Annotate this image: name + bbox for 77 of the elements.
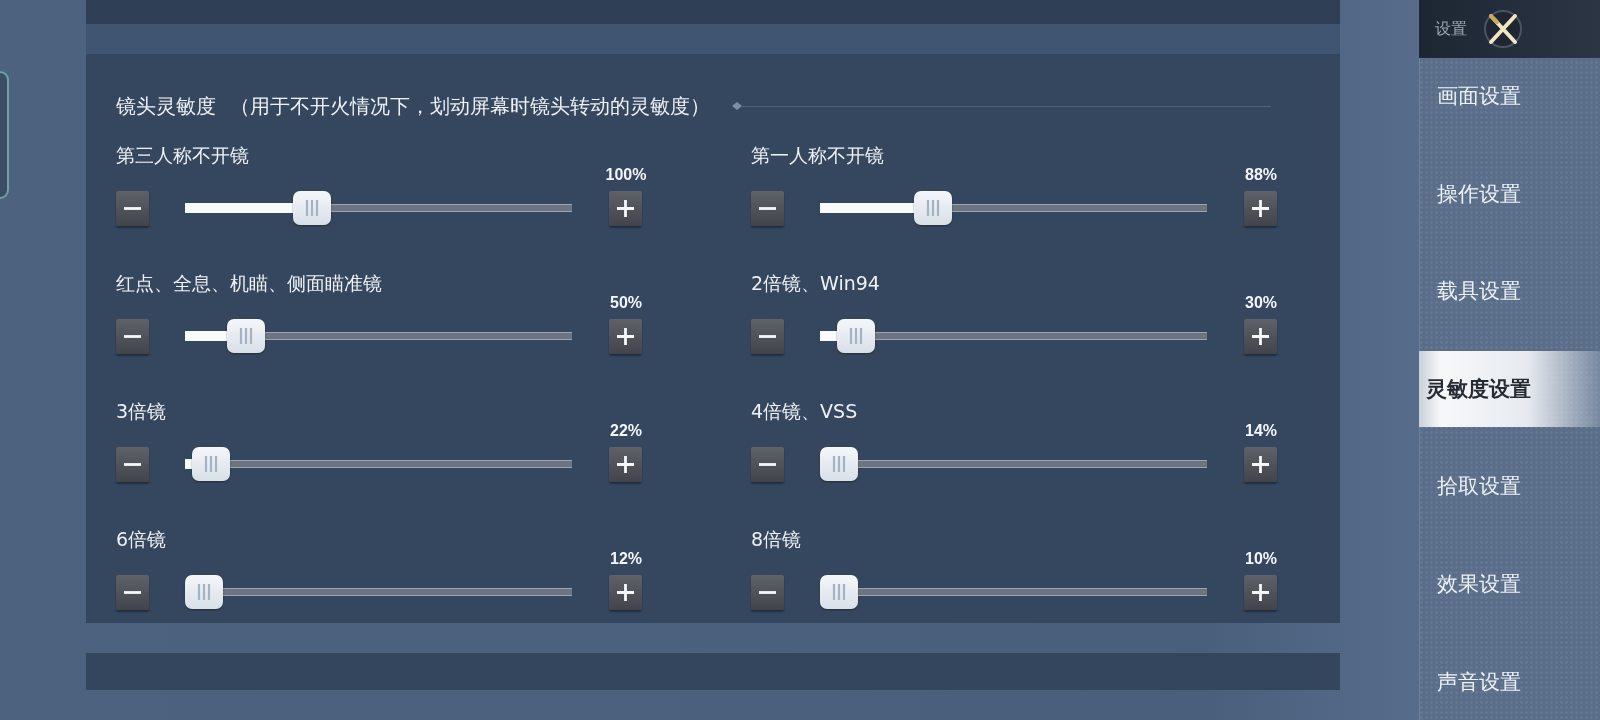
percent-reading: 12%: [609, 550, 643, 568]
decrease-button[interactable]: [751, 318, 784, 354]
plus-icon: [617, 583, 634, 601]
sidebar-tab[interactable]: 画面设置: [1419, 58, 1600, 134]
section-note: （用于不开火情况下，划动屏幕时镜头转动的灵敏度）: [230, 94, 710, 118]
decrease-button[interactable]: [116, 446, 149, 482]
percent-reading: 14%: [1244, 422, 1278, 440]
slider-thumb[interactable]: [820, 575, 858, 609]
slider-label: 8倍镜: [751, 529, 802, 550]
percent-reading: 10%: [1244, 550, 1278, 568]
increase-button[interactable]: [1244, 190, 1277, 226]
plus-icon: [617, 327, 634, 345]
slider-label: 红点、全息、机瞄、侧面瞄准镜: [116, 273, 382, 294]
plus-icon: [617, 199, 634, 217]
percent-reading: 22%: [609, 422, 643, 440]
plus-icon: [1252, 327, 1269, 345]
increase-button[interactable]: [609, 318, 642, 354]
plus-icon: [1252, 455, 1269, 473]
minus-icon: [759, 462, 776, 466]
section-title: 镜头灵敏度: [116, 94, 216, 118]
increase-button[interactable]: [1244, 446, 1277, 482]
sidebar-tab[interactable]: 声音设置: [1419, 643, 1600, 720]
increase-button[interactable]: [1244, 574, 1277, 610]
decrease-button[interactable]: [751, 190, 784, 226]
percent-reading: 30%: [1244, 294, 1278, 312]
grip-icon: [197, 584, 211, 600]
slider-label: 第一人称不开镜: [751, 145, 884, 166]
minus-icon: [124, 462, 141, 466]
minus-icon: [759, 590, 776, 594]
slider-label: 4倍镜、VSS: [751, 401, 858, 422]
increase-button[interactable]: [609, 190, 642, 226]
percent-reading: 50%: [609, 294, 643, 312]
grip-icon: [238, 328, 253, 344]
grip-icon: [849, 328, 864, 344]
slider-label: 第三人称不开镜: [116, 145, 249, 166]
minus-icon: [759, 206, 776, 210]
decrease-button[interactable]: [116, 318, 149, 354]
decrease-button[interactable]: [751, 446, 784, 482]
decrease-button[interactable]: [751, 574, 784, 610]
plus-icon: [1252, 199, 1269, 217]
slider-thumb[interactable]: [914, 191, 953, 225]
grip-icon: [832, 584, 846, 600]
increase-button[interactable]: [609, 574, 642, 610]
sidebar-tab[interactable]: 拾取设置: [1419, 448, 1600, 525]
slider-thumb[interactable]: [293, 191, 332, 225]
sidebar-tab[interactable]: 效果设置: [1419, 545, 1600, 622]
plus-icon: [1252, 583, 1269, 601]
sidebar-title: 设置: [1435, 18, 1467, 40]
percent-reading: 100%: [604, 166, 648, 184]
grip-icon: [832, 456, 846, 472]
percent-reading: 88%: [1244, 166, 1278, 184]
grip-icon: [305, 200, 320, 216]
slider-label: 6倍镜: [116, 529, 167, 550]
slider-thumb[interactable]: [191, 447, 230, 481]
grip-icon: [926, 200, 941, 216]
minus-icon: [124, 334, 141, 338]
sidebar-tab[interactable]: 灵敏度设置: [1419, 350, 1600, 427]
increase-button[interactable]: [1244, 318, 1277, 354]
slider-label: 3倍镜: [116, 401, 167, 422]
close-icon[interactable]: [1483, 9, 1523, 49]
slider-thumb[interactable]: [837, 319, 876, 353]
slider-thumb[interactable]: [185, 575, 223, 609]
decrease-button[interactable]: [116, 190, 149, 226]
minus-icon: [759, 334, 776, 338]
minus-icon: [124, 590, 141, 594]
minus-icon: [124, 206, 141, 210]
sidebar-tab[interactable]: 操作设置: [1419, 155, 1600, 232]
side-panel-tab[interactable]: [0, 71, 9, 199]
slider-thumb[interactable]: [820, 447, 858, 481]
slider-thumb[interactable]: [226, 319, 265, 353]
sidebar-tab[interactable]: 载具设置: [1419, 253, 1600, 330]
slider-label: 2倍镜、Win94: [751, 273, 880, 294]
grip-icon: [203, 456, 218, 472]
diamond-icon: [732, 102, 742, 110]
increase-button[interactable]: [609, 446, 642, 482]
plus-icon: [617, 455, 634, 473]
decrease-button[interactable]: [116, 574, 149, 610]
